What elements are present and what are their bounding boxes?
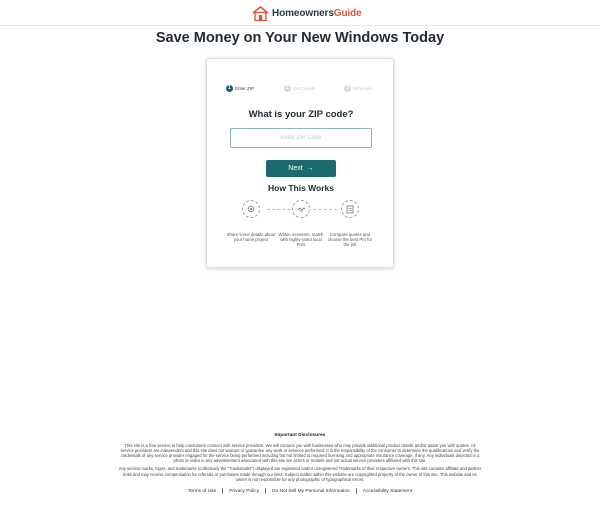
disclosures-title: Important Disclosures	[274, 433, 326, 438]
progress-steps: 1 Enter ZIP 2 Get Details 3 Schedule	[226, 85, 380, 93]
how-step-2-text: Within moments, match with highly-rated …	[278, 232, 324, 247]
how-step-3-text: Compare quotes and choose the best Pro f…	[327, 232, 373, 247]
step-number: 3	[344, 85, 351, 92]
zip-form-card: 1 Enter ZIP 2 Get Details 3 Schedule Wha…	[206, 58, 394, 268]
step-label: Enter ZIP	[235, 86, 255, 91]
details-icon	[242, 200, 260, 218]
page-headline: Save Money on Your New Windows Today	[155, 30, 445, 46]
next-button-label: Next	[288, 165, 303, 172]
step-enter-zip: 1 Enter ZIP	[226, 85, 254, 92]
terms-of-use-link[interactable]: Terms of Use	[182, 489, 222, 494]
privacy-policy-link[interactable]: Privacy Policy	[223, 489, 265, 494]
accessibility-statement-link[interactable]: Accessibility Statement	[357, 489, 418, 494]
site-header: HomeownersGuide	[0, 0, 600, 26]
step-get-details: 2 Get Details	[284, 85, 315, 92]
handshake-icon	[292, 200, 310, 218]
logo-wordmark: HomeownersGuide	[272, 8, 362, 19]
step-number: 2	[284, 85, 291, 92]
how-step-1-text: Share some details about your home proje…	[226, 232, 276, 242]
disclosure-paragraph: Any service marks, logos, and trademarks…	[118, 466, 482, 482]
zip-code-input[interactable]	[230, 128, 372, 148]
important-disclosures: Important Disclosures This site is a fre…	[118, 433, 482, 485]
house-icon	[252, 5, 269, 21]
step-label: Schedule	[353, 86, 372, 91]
do-not-sell-link[interactable]: Do Not Sell My Personal Information	[266, 489, 356, 494]
arrow-right-icon: →	[306, 165, 314, 172]
step-label: Get Details	[293, 86, 316, 91]
logo-brand-accent: Guide	[333, 7, 362, 19]
quote-icon	[341, 200, 359, 218]
logo-brand-main: Homeowners	[272, 7, 334, 19]
footer-links: Terms of Use Privacy Policy Do Not Sell …	[0, 488, 600, 494]
disclosure-paragraph: This site is a free service to help cons…	[120, 443, 480, 464]
how-it-works-title: How This Works	[268, 183, 334, 193]
zip-question: What is your ZIP code?	[248, 109, 354, 120]
site-logo[interactable]: HomeownersGuide	[252, 5, 362, 21]
step-number: 1	[226, 85, 233, 92]
step-schedule: 3 Schedule	[344, 85, 372, 92]
next-button[interactable]: Next →	[266, 160, 336, 177]
